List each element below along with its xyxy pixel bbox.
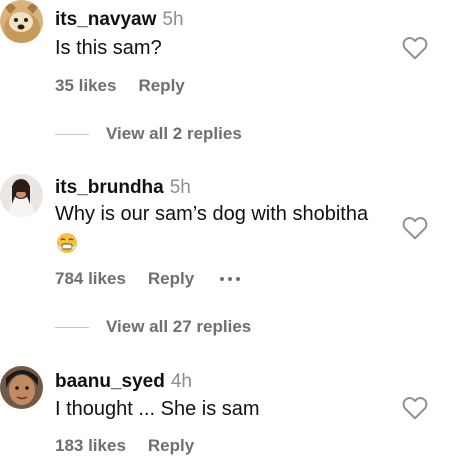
comment-actions: 784 likes Reply [55,269,241,289]
comment-text: Is this sam? [55,37,162,59]
more-horizontal-icon[interactable] [220,277,241,281]
avatar-image [0,174,43,217]
view-replies-label: View all 27 replies [106,317,252,336]
likes-count[interactable]: 35 likes [55,76,116,96]
username[interactable]: its_brundha [55,177,164,198]
replies-divider [55,133,89,135]
view-replies-button[interactable]: View all 27 replies [55,317,251,337]
reply-button[interactable]: Reply [148,269,194,289]
username[interactable]: its_navyaw [55,9,156,30]
heart-outline-icon[interactable] [402,396,428,420]
avatar[interactable] [0,0,43,43]
view-replies-label: View all 2 replies [106,124,242,143]
reply-button[interactable]: Reply [148,436,194,456]
comment-text: I thought ... She is sam [55,398,260,420]
steaming-face-emoji: 😤 [56,233,78,253]
replies-divider [55,326,89,328]
comment-text: Why is our sam’s dog with shobitha [55,203,369,225]
avatar[interactable] [0,366,43,409]
comment-header: its_navyaw 5h [55,9,184,31]
username[interactable]: baanu_syed [55,371,165,392]
likes-count[interactable]: 784 likes [55,269,126,289]
comment-header: baanu_syed 4h [55,371,192,393]
timestamp: 5h [162,9,184,30]
avatar[interactable] [0,174,43,217]
avatar-image [0,0,43,43]
avatar-image [0,366,43,409]
reply-button[interactable]: Reply [138,76,184,96]
comment-actions: 183 likes Reply [55,436,194,456]
heart-outline-icon[interactable] [402,216,428,240]
timestamp: 5h [169,177,191,198]
comment-header: its_brundha 5h [55,177,191,199]
likes-count[interactable]: 183 likes [55,436,126,456]
heart-outline-icon[interactable] [402,36,428,60]
view-replies-button[interactable]: View all 2 replies [55,124,242,144]
comment-actions: 35 likes Reply [55,76,185,96]
timestamp: 4h [170,371,192,392]
